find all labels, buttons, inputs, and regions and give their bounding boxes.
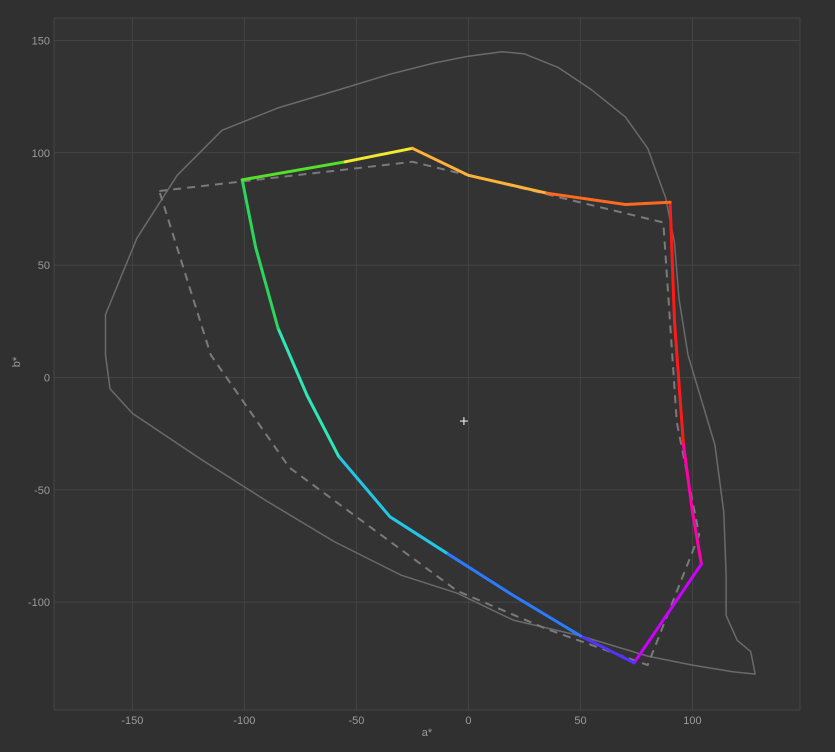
y-tick-label: 50 xyxy=(38,260,50,272)
x-tick-label: -100 xyxy=(233,715,255,727)
x-axis-title: a* xyxy=(422,727,433,739)
plot-area xyxy=(53,17,801,711)
x-tick-label: -150 xyxy=(121,715,143,727)
y-tick-label: 150 xyxy=(32,35,50,47)
chart-root: -150 -100 -50 0 50 100 -100 -50 0 50 100 150 + a* … xyxy=(0,0,835,752)
x-tick-label: 50 xyxy=(574,715,586,727)
x-tick-label: -50 xyxy=(348,715,364,727)
chart-svg: -150 -100 -50 0 50 100 -100-50050100150 + a* … xyxy=(0,0,835,752)
y-tick-label: 100 xyxy=(32,148,50,160)
x-tick-label: 100 xyxy=(683,715,701,727)
y-tick-label: -50 xyxy=(34,485,50,497)
y-tick-label: -100 xyxy=(28,597,50,609)
y-tick-label: 0 xyxy=(44,372,50,384)
x-tick-label: 0 xyxy=(465,715,471,727)
y-axis-title: b* xyxy=(11,356,23,367)
white-point-marker: + xyxy=(459,414,468,431)
